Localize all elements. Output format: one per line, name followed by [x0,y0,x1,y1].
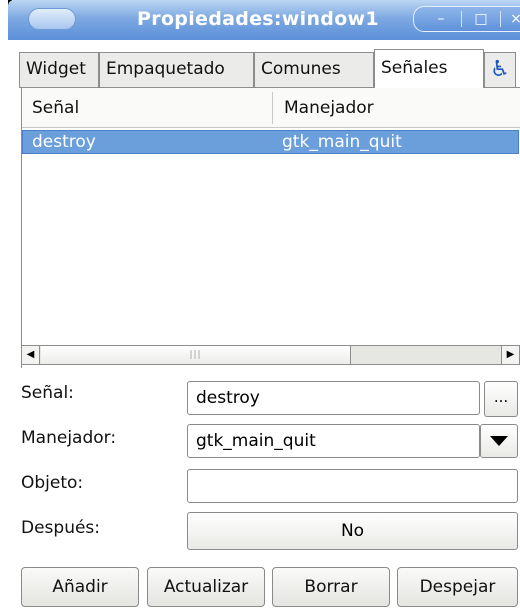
handler-combo-entry[interactable]: gtk_main_quit [187,424,480,458]
horizontal-scrollbar[interactable]: ◀ ||| ▶ [21,345,520,365]
object-label: Objeto: [21,473,84,493]
signal-label: Señal: [21,383,74,403]
signals-list[interactable]: Señal Manejador destroy gtk_main_quit [21,88,520,368]
list-header: Señal Manejador [22,88,520,128]
column-separator [272,92,273,124]
cell-handler: gtk_main_quit [282,132,402,152]
maximize-icon[interactable]: □ [466,7,496,31]
after-label: Después: [21,518,101,538]
minimize-icon[interactable]: – [426,7,456,31]
chevron-down-icon [490,436,508,446]
scroll-left-icon[interactable]: ◀ [22,346,40,364]
scroll-right-icon[interactable]: ▶ [501,346,519,364]
table-row[interactable]: destroy gtk_main_quit [22,130,519,154]
tab-comunes[interactable]: Comunes [254,52,374,87]
tab-senales[interactable]: Señales [374,49,484,88]
clear-button[interactable]: Despejar [397,567,518,607]
property-tabs: Widget Empaquetado Comunes Señales ♿ [19,49,520,88]
after-toggle-button[interactable]: No [187,512,518,550]
tab-widget[interactable]: Widget [19,52,99,87]
column-header-signal[interactable]: Señal [32,88,79,128]
controls-separator [500,11,501,27]
controls-separator [461,11,462,27]
accessibility-icon: ♿ [490,57,510,82]
handler-dropdown-button[interactable] [480,424,518,458]
handler-label: Manejador: [21,428,117,448]
column-header-handler[interactable]: Manejador [284,88,374,128]
window-title: Propiedades:window1 [137,8,379,30]
tab-accessibility[interactable]: ♿ [484,52,516,87]
tab-empaquetado[interactable]: Empaquetado [99,52,254,87]
scrollbar-thumb[interactable]: ||| [41,346,351,364]
cell-signal: destroy [32,132,96,152]
update-button[interactable]: Actualizar [147,567,265,607]
window-controls: – □ × [413,6,520,32]
close-icon[interactable]: × [504,7,520,31]
title-bar[interactable]: Propiedades:window1 – □ × [8,0,520,40]
signal-field[interactable]: destroy [187,381,480,415]
window-menu-button[interactable] [28,8,76,30]
browse-signal-button[interactable]: ... [484,381,518,417]
add-button[interactable]: Añadir [21,567,139,607]
object-field[interactable] [187,469,518,503]
delete-button[interactable]: Borrar [272,567,390,607]
